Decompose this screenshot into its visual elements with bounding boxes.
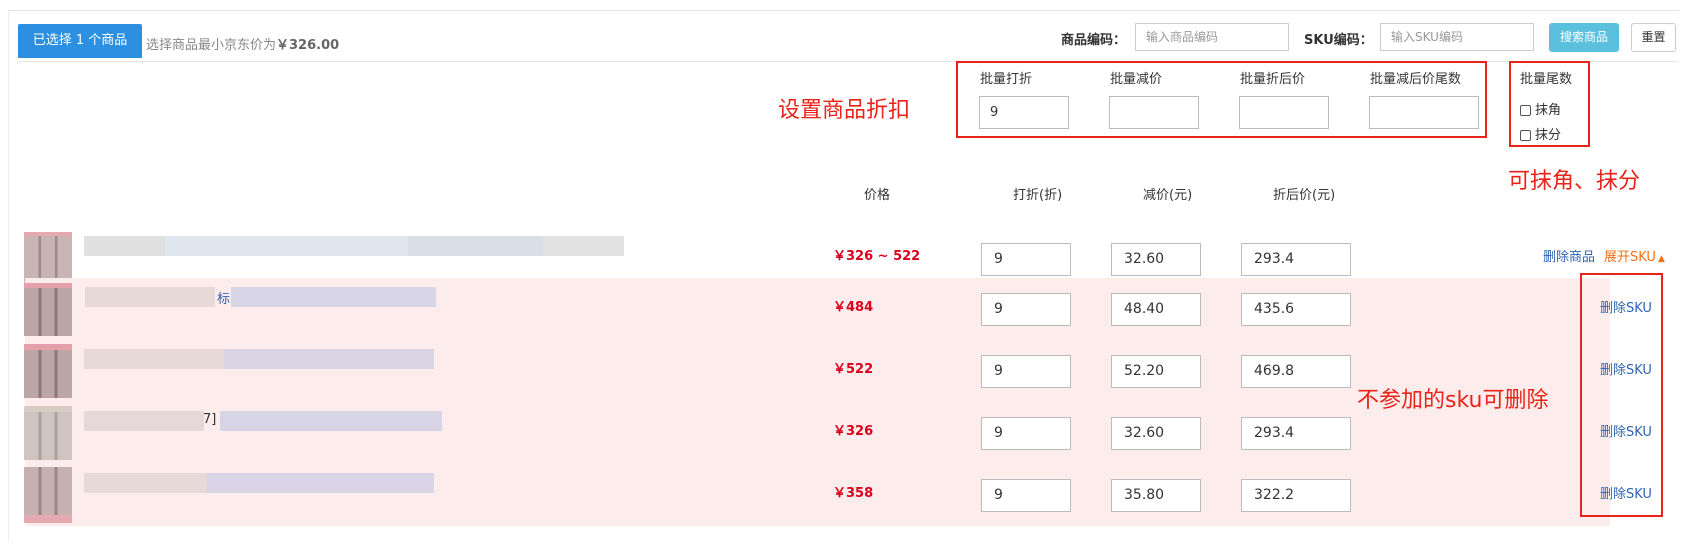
batch-reduce-label: 批量减价 [1110,72,1163,87]
sku-thumbnail [24,344,72,398]
sku-price: ￥358 [833,486,874,501]
checkbox-jiao[interactable] [1520,105,1531,116]
sku-discount-input[interactable]: 9 [981,293,1071,326]
annotation-delete-sku: 不参加的sku可删除 [1357,388,1549,413]
sku-discount-input[interactable]: 9 [981,355,1071,388]
min-price-value: ￥326.00 [276,38,340,53]
caret-up-icon: ▲ [1657,254,1665,264]
option-fen-label: 抹分 [1535,128,1562,143]
min-price-summary: 选择商品最小京东价为￥326.00 [146,34,339,53]
sku-discount-input[interactable]: 9 [981,479,1071,512]
sku-title-blurred-2 [220,411,442,431]
product-discount-input[interactable]: 9 [981,243,1071,276]
sku-thumbnail [24,283,72,336]
sku-thumbnail [24,467,72,523]
batch-discount-input[interactable]: 9 [979,96,1069,129]
delete-sku-highlight [1580,273,1663,517]
sku-after-input[interactable]: 293.4 [1241,417,1351,450]
expand-sku-toggle[interactable]: 展开SKU ▲ [1604,246,1665,265]
sku-code-input[interactable]: 输入SKU编码 [1380,23,1534,51]
sku-code-label: SKU编码： [1304,33,1373,48]
min-price-prefix: 选择商品最小京东价为 [146,38,277,53]
checkbox-fen[interactable] [1520,130,1531,141]
sku-title-fragment: 7] [203,412,217,427]
batch-tail-label: 批量减后价尾数 [1370,72,1462,87]
batch-tail-input[interactable] [1369,96,1479,129]
sku-title-blurred[interactable] [85,287,215,307]
column-header-discount: 打折(折) [1013,188,1063,203]
reset-button[interactable]: 重置 [1631,23,1676,52]
product-price-range: ￥326 ~ 522 [833,249,921,264]
option-jiao[interactable]: 抹角 [1520,99,1561,118]
expand-sku-label: 展开SKU [1604,250,1656,265]
product-code-input[interactable]: 输入商品编码 [1135,23,1289,51]
batch-discount-label: 批量打折 [980,72,1033,87]
selected-products-tab[interactable]: 已选择 1 个商品 [18,24,142,58]
annotation-round-off: 可抹角、抹分 [1508,169,1641,194]
product-thumbnail [24,232,72,284]
sku-after-input[interactable]: 322.2 [1241,479,1351,512]
sku-after-input[interactable]: 435.6 [1241,293,1351,326]
product-reduce-input[interactable]: 32.60 [1111,243,1201,276]
sku-title-fragment: 标 [217,292,231,307]
batch-after-price-input[interactable] [1239,96,1329,129]
sku-after-input[interactable]: 469.8 [1241,355,1351,388]
sku-title-blurred[interactable] [84,411,204,431]
option-fen[interactable]: 抹分 [1520,124,1561,143]
tail-mode-label: 批量尾数 [1520,72,1573,87]
sku-thumbnail [24,406,72,460]
sku-discount-input[interactable]: 9 [981,417,1071,450]
search-products-button[interactable]: 搜索商品 [1549,23,1619,52]
sku-reduce-input[interactable]: 52.20 [1111,355,1201,388]
sku-price: ￥484 [833,300,874,315]
product-code-label: 商品编码： [1061,33,1127,48]
column-header-reduce: 减价(元) [1143,188,1193,203]
annotation-set-discount: 设置商品折扣 [778,98,911,123]
column-header-after: 折后价(元) [1273,188,1336,203]
option-jiao-label: 抹角 [1535,103,1562,118]
sku-title-blurred-2 [231,287,436,307]
batch-after-price-label: 批量折后价 [1240,72,1306,87]
sku-reduce-input[interactable]: 35.80 [1111,479,1201,512]
sku-price: ￥326 [833,424,874,439]
sku-reduce-input[interactable]: 48.40 [1111,293,1201,326]
product-title-blurred[interactable] [84,236,624,256]
batch-reduce-input[interactable] [1109,96,1199,129]
product-after-input[interactable]: 293.4 [1241,243,1351,276]
column-header-price: 价格 [864,188,891,203]
sku-price: ￥522 [833,362,874,377]
sku-reduce-input[interactable]: 32.60 [1111,417,1201,450]
sku-title-blurred[interactable] [84,473,434,493]
sku-title-blurred[interactable] [84,349,434,369]
delete-product-link[interactable]: 删除商品 [1543,246,1595,265]
